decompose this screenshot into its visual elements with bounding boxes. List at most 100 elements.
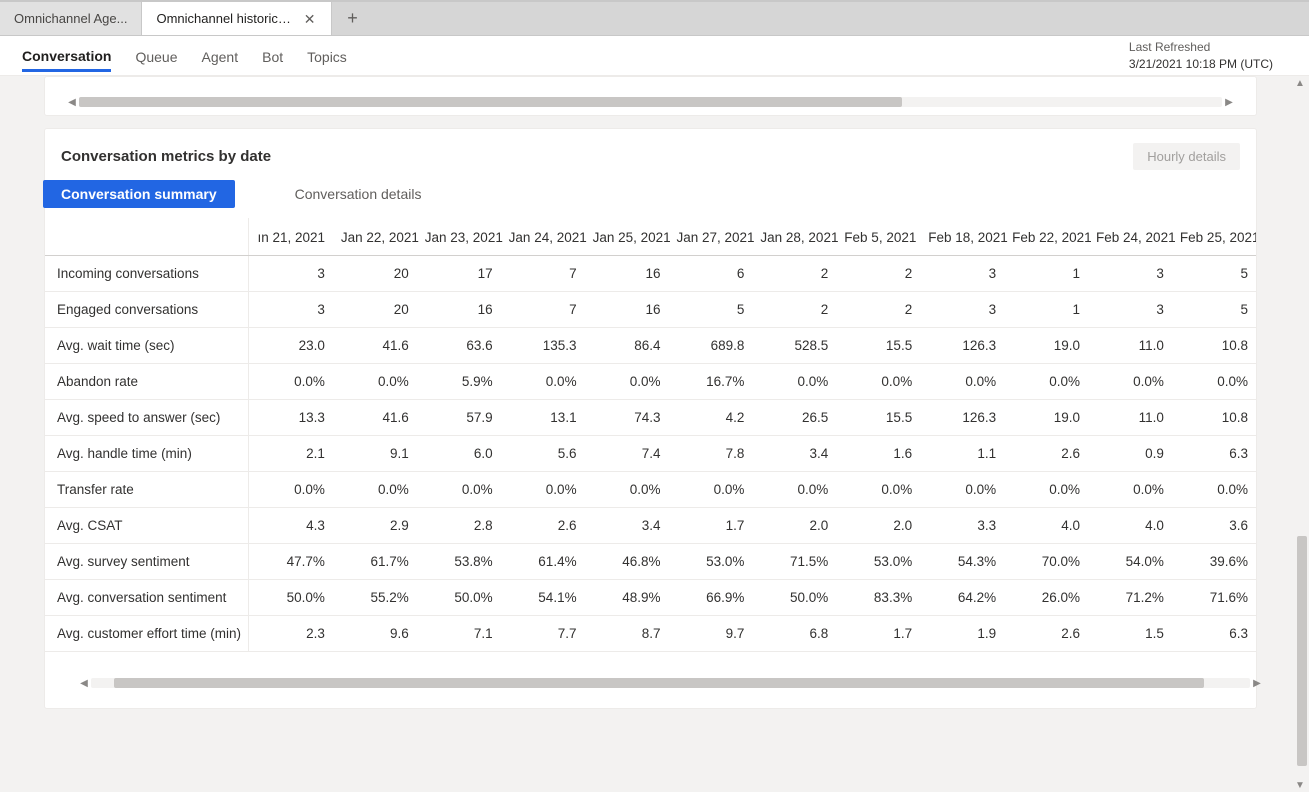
metric-value: 48.9%: [585, 580, 669, 616]
scroll-up-icon[interactable]: ▲: [1293, 76, 1307, 90]
metric-value: 3: [249, 256, 333, 292]
nav-agent[interactable]: Agent: [202, 41, 239, 71]
metric-value: 0.0%: [249, 472, 333, 508]
metric-value: 20: [333, 256, 417, 292]
scroll-thumb[interactable]: [114, 678, 1203, 688]
metric-value: 15.5: [836, 328, 920, 364]
date-header: Jan 27, 2021: [668, 218, 752, 256]
metric-value: 1: [1004, 256, 1088, 292]
view-tab-bar: Conversation summary Conversation detail…: [43, 180, 1256, 218]
metric-value: 15.5: [836, 400, 920, 436]
last-refreshed: Last Refreshed 3/21/2021 10:18 PM (UTC): [1129, 39, 1287, 73]
tab-omnichannel-agent[interactable]: Omnichannel Age...: [0, 2, 142, 35]
metric-value: 8.7: [585, 616, 669, 652]
metric-value: 1.5: [1088, 616, 1172, 652]
metric-value: 2: [836, 256, 920, 292]
metric-value: 0.0%: [1004, 472, 1088, 508]
scroll-down-icon[interactable]: ▼: [1293, 778, 1307, 792]
date-header: Feb 22, 2021: [1004, 218, 1088, 256]
metric-value: 54.0%: [1088, 544, 1172, 580]
tab-omnichannel-historical[interactable]: Omnichannel historical an... ✕: [142, 2, 332, 35]
scroll-left-icon[interactable]: ◀: [65, 97, 79, 108]
metric-value: 3: [249, 292, 333, 328]
metric-value: 26.0%: [1004, 580, 1088, 616]
metric-value: 86.4: [585, 328, 669, 364]
metric-value: 9.1: [333, 436, 417, 472]
date-header: Jan 23, 2021: [417, 218, 501, 256]
metric-value: 5.6: [501, 436, 585, 472]
metric-value: 10.8: [1172, 328, 1256, 364]
metric-value: 16.7%: [668, 364, 752, 400]
metric-value: 53.0%: [836, 544, 920, 580]
report-tab-bar: Conversation Queue Agent Bot Topics Last…: [0, 36, 1309, 76]
scroll-track[interactable]: [79, 97, 1222, 107]
metric-value: 16: [585, 292, 669, 328]
metric-value: 23.0: [249, 328, 333, 364]
new-tab-button[interactable]: +: [332, 2, 372, 35]
metric-value: 528.5: [752, 328, 836, 364]
metric-value: 63.6: [417, 328, 501, 364]
metric-value: 3.4: [752, 436, 836, 472]
metric-value: 6: [668, 256, 752, 292]
table-hscroll[interactable]: ◀ ▶: [77, 674, 1264, 692]
metric-value: 135.3: [501, 328, 585, 364]
close-icon[interactable]: ✕: [302, 10, 318, 28]
metric-value: 5: [1172, 256, 1256, 292]
scroll-right-icon[interactable]: ▶: [1222, 97, 1236, 108]
metric-value: 2.9: [333, 508, 417, 544]
metric-value: 16: [417, 292, 501, 328]
metric-value: 126.3: [920, 328, 1004, 364]
scroll-right-icon[interactable]: ▶: [1250, 678, 1264, 689]
hourly-details-button[interactable]: Hourly details: [1133, 143, 1240, 170]
metric-value: 7.7: [501, 616, 585, 652]
view-tab-details[interactable]: Conversation details: [277, 180, 440, 208]
metric-label: Avg. conversation sentiment: [45, 580, 249, 616]
metric-value: 0.0%: [585, 364, 669, 400]
metric-value: 71.5%: [752, 544, 836, 580]
nav-bot[interactable]: Bot: [262, 41, 283, 71]
metric-value: 3: [1088, 292, 1172, 328]
date-header: Jan 22, 2021: [333, 218, 417, 256]
metric-label: Incoming conversations: [45, 256, 249, 292]
metric-value: 2.0: [836, 508, 920, 544]
upper-panel-hscroll[interactable]: ◀ ▶: [65, 95, 1236, 109]
scroll-left-icon[interactable]: ◀: [77, 678, 91, 689]
metric-value: 4.0: [1004, 508, 1088, 544]
metric-value: 0.0%: [333, 472, 417, 508]
metric-value: 4.0: [1088, 508, 1172, 544]
metric-label: Engaged conversations: [45, 292, 249, 328]
metric-label: Avg. handle time (min): [45, 436, 249, 472]
metric-label: Transfer rate: [45, 472, 249, 508]
table-row: Avg. survey sentiment47.7%61.7%53.8%61.4…: [45, 544, 1256, 580]
metric-value: 70.0%: [1004, 544, 1088, 580]
table-row: Incoming conversations320177166223135: [45, 256, 1256, 292]
date-header: Feb 5, 2021: [836, 218, 920, 256]
table-row: Avg. speed to answer (sec)13.341.657.913…: [45, 400, 1256, 436]
metric-value: 50.0%: [417, 580, 501, 616]
metrics-table-wrap: ın 21, 2021Jan 22, 2021Jan 23, 2021Jan 2…: [45, 218, 1256, 652]
metric-value: 0.0%: [1004, 364, 1088, 400]
metric-value: 11.0: [1088, 328, 1172, 364]
metric-value: 41.6: [333, 328, 417, 364]
metric-value: 0.0%: [1088, 472, 1172, 508]
scroll-track[interactable]: [91, 678, 1250, 688]
metric-value: 66.9%: [668, 580, 752, 616]
metric-value: 53.8%: [417, 544, 501, 580]
scroll-thumb[interactable]: [79, 97, 902, 107]
date-header: Feb 18, 2021: [920, 218, 1004, 256]
nav-conversation[interactable]: Conversation: [22, 40, 111, 72]
metric-value: 126.3: [920, 400, 1004, 436]
metric-value: 1.9: [920, 616, 1004, 652]
page-vscroll-thumb[interactable]: [1297, 536, 1307, 766]
metric-value: 13.3: [249, 400, 333, 436]
metric-value: 0.0%: [836, 364, 920, 400]
nav-topics[interactable]: Topics: [307, 41, 347, 71]
metric-label: Avg. CSAT: [45, 508, 249, 544]
metric-value: 16: [585, 256, 669, 292]
metric-value: 0.0%: [668, 472, 752, 508]
metric-value: 6.0: [417, 436, 501, 472]
view-tab-summary[interactable]: Conversation summary: [43, 180, 235, 208]
table-row: Transfer rate0.0%0.0%0.0%0.0%0.0%0.0%0.0…: [45, 472, 1256, 508]
nav-queue[interactable]: Queue: [135, 41, 177, 71]
metric-value: 2.8: [417, 508, 501, 544]
